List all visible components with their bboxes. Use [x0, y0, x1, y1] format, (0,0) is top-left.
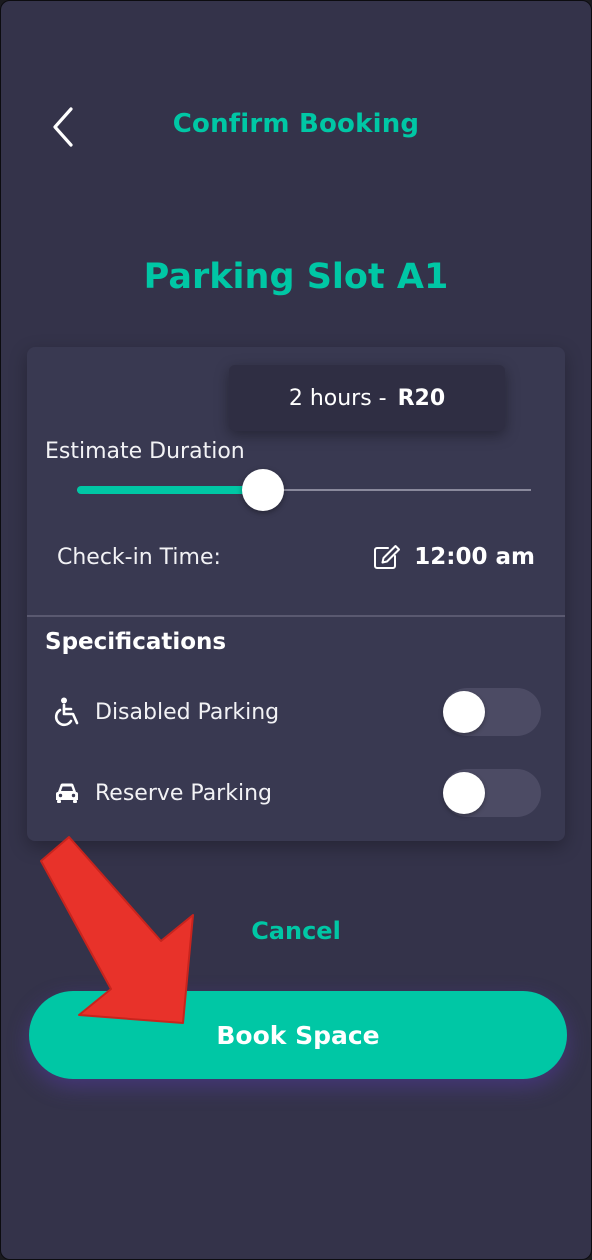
parking-slot-title: Parking Slot A1 [143, 257, 449, 297]
reserve-parking-toggle[interactable] [443, 769, 541, 817]
toggle-knob [443, 772, 485, 814]
booking-screen: Confirm Booking Parking Slot A1 2 hours … [0, 0, 592, 1260]
spec-row-reserve-parking: Reserve Parking [47, 768, 541, 818]
cancel-button[interactable]: Cancel [1, 917, 591, 945]
duration-price-text: R20 [397, 385, 446, 411]
page-title: Confirm Booking [172, 109, 420, 139]
section-divider [27, 615, 565, 617]
checkin-time-label: Check-in Time: [57, 545, 221, 570]
book-space-button[interactable]: Book Space [29, 991, 567, 1079]
car-icon [47, 781, 87, 805]
duration-hours-text: 2 hours - [288, 385, 394, 411]
toggle-knob [443, 691, 485, 733]
spec-label-disabled-parking: Disabled Parking [95, 699, 280, 725]
edit-icon[interactable] [372, 543, 402, 571]
duration-price-badge: 2 hours - R20 [229, 365, 505, 431]
spec-label-reserve-parking: Reserve Parking [95, 780, 272, 806]
duration-slider[interactable] [77, 469, 531, 511]
spec-row-disabled-parking: Disabled Parking [47, 687, 541, 737]
estimate-duration-label: Estimate Duration [45, 439, 245, 464]
specifications-heading: Specifications [45, 629, 227, 655]
wheelchair-icon [47, 697, 87, 727]
slider-thumb[interactable] [242, 469, 285, 511]
disabled-parking-toggle[interactable] [443, 688, 541, 736]
checkin-time-text: 12:00 am [414, 544, 535, 570]
slider-fill [77, 486, 264, 494]
checkin-time-value[interactable]: 12:00 am [372, 543, 535, 571]
booking-details-card: 2 hours - R20 Estimate Duration Check-in… [27, 347, 565, 841]
